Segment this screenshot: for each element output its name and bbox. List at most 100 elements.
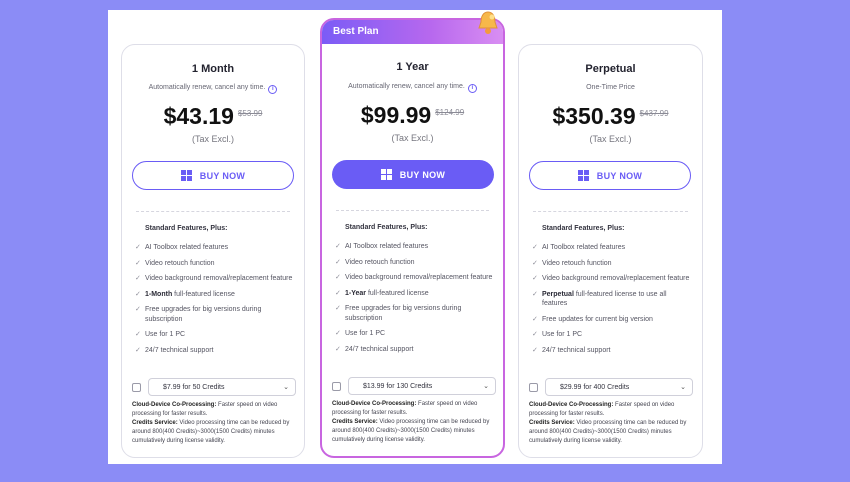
bell-icon bbox=[478, 11, 498, 34]
plan-card-1-year: Best Plan 1 Year Automatically renew, ca… bbox=[320, 11, 505, 458]
plan-title: 1 Month bbox=[191, 63, 235, 75]
plan-card-perpetual: Perpetual One-Time Price $350.39 $437.99 … bbox=[518, 44, 703, 458]
check-icon: ✓ bbox=[335, 330, 341, 337]
check-icon: ✓ bbox=[135, 331, 141, 338]
plan-price: $43.19 bbox=[163, 103, 234, 129]
windows-icon bbox=[577, 170, 589, 181]
check-icon: ✓ bbox=[532, 275, 538, 282]
check-icon: ✓ bbox=[335, 258, 341, 266]
tax-note: (Tax Excl.) bbox=[391, 133, 434, 143]
addon-note: Cloud-Device Co-Processing: Faster speed… bbox=[529, 402, 687, 444]
credits-addon-row: $29.99 for 400 Credits ⌄ bbox=[529, 378, 693, 396]
feature-item: ✓ Perpetual full-featured license to use … bbox=[532, 290, 667, 308]
addon-note: Cloud-Device Co-Processing: Faster speed… bbox=[132, 402, 290, 444]
feature-list: ✓ AI Toolbox related features ✓ Video reto… bbox=[531, 243, 691, 361]
buy-now-label: BUY NOW bbox=[596, 170, 643, 181]
feature-item: ✓ Use for 1 PC bbox=[335, 330, 386, 337]
credits-select[interactable]: $7.99 for 50 Credits ⌄ bbox=[148, 378, 296, 396]
feature-item: ✓ Video background removal/replacement fe… bbox=[135, 275, 293, 282]
best-plan-banner: Best Plan bbox=[322, 20, 503, 44]
feature-item: ✓ Video retouch function bbox=[532, 259, 612, 267]
old-price: $437.99 bbox=[639, 109, 669, 118]
credits-checkbox[interactable] bbox=[529, 382, 538, 392]
feature-item: ✓ 24/7 technical support bbox=[335, 345, 414, 353]
windows-icon bbox=[380, 169, 392, 180]
divider bbox=[533, 211, 688, 212]
plan-title: Perpetual bbox=[585, 63, 636, 75]
plan-price: $99.99 bbox=[360, 102, 432, 128]
check-icon: ✓ bbox=[532, 346, 538, 354]
plan-card-1-month: 1 Month Automatically renew, cancel any … bbox=[121, 44, 305, 458]
feature-item: ✓ 24/7 technical support bbox=[135, 346, 214, 354]
old-price: $124.99 bbox=[435, 108, 465, 117]
tax-note: (Tax Excl.) bbox=[191, 134, 234, 144]
info-icon[interactable]: i bbox=[467, 84, 477, 93]
check-icon: ✓ bbox=[335, 243, 341, 250]
feature-item: ✓ Use for 1 PC bbox=[135, 331, 186, 338]
features-heading: Standard Features, Plus: bbox=[542, 225, 625, 232]
best-plan-label: Best Plan bbox=[333, 26, 379, 37]
price-block: $99.99 $124.99 bbox=[322, 102, 503, 129]
buy-now-label: BUY NOW bbox=[199, 170, 246, 181]
buy-now-label: BUY NOW bbox=[399, 169, 446, 180]
buy-now-button[interactable]: BUY NOW bbox=[132, 161, 294, 190]
addon-note: Cloud-Device Co-Processing: Faster speed… bbox=[332, 401, 490, 443]
feature-list: ✓ AI Toolbox related features ✓ Video reto… bbox=[134, 243, 294, 361]
plan-price: $350.39 bbox=[552, 103, 636, 129]
credits-addon-row: $7.99 for 50 Credits ⌄ bbox=[132, 378, 296, 396]
feature-item: ✓ Video background removal/replacement fe… bbox=[532, 275, 690, 282]
buy-now-button[interactable]: BUY NOW bbox=[332, 160, 494, 189]
check-icon: ✓ bbox=[135, 346, 141, 354]
price-block: $350.39 $437.99 bbox=[519, 103, 702, 130]
check-icon: ✓ bbox=[135, 306, 141, 313]
plan-subtitle: Automatically renew, cancel any time. i bbox=[322, 83, 503, 93]
divider bbox=[136, 211, 290, 212]
chevron-down-icon: ⌄ bbox=[483, 383, 489, 390]
chevron-down-icon: ⌄ bbox=[680, 384, 686, 391]
check-icon: ✓ bbox=[532, 259, 538, 267]
features-heading: Standard Features, Plus: bbox=[345, 224, 428, 231]
feature-item: ✓ Use for 1 PC bbox=[532, 331, 583, 338]
check-icon: ✓ bbox=[335, 289, 341, 297]
feature-item: ✓ Video background removal/replacement fe… bbox=[335, 274, 493, 281]
check-icon: ✓ bbox=[335, 274, 341, 281]
feature-item: ✓ Video retouch function bbox=[135, 259, 215, 267]
chevron-down-icon: ⌄ bbox=[283, 384, 289, 391]
features-heading: Standard Features, Plus: bbox=[145, 225, 228, 232]
feature-item: ✓ 1-Month full-featured license bbox=[135, 290, 235, 298]
check-icon: ✓ bbox=[135, 290, 141, 298]
credits-select[interactable]: $29.99 for 400 Credits ⌄ bbox=[545, 378, 693, 396]
check-icon: ✓ bbox=[532, 290, 538, 298]
old-price: $53.99 bbox=[237, 109, 263, 118]
check-icon: ✓ bbox=[335, 345, 341, 353]
credits-addon-row: $13.99 for 130 Credits ⌄ bbox=[332, 377, 496, 395]
feature-item: ✓ 1-Year full-featured license bbox=[335, 289, 429, 297]
divider bbox=[336, 210, 489, 211]
check-icon: ✓ bbox=[135, 244, 141, 251]
plan-subtitle: One-Time Price bbox=[586, 84, 635, 91]
credits-checkbox[interactable] bbox=[132, 382, 141, 392]
feature-item: ✓ AI Toolbox related features bbox=[135, 244, 229, 251]
credits-select[interactable]: $13.99 for 130 Credits ⌄ bbox=[348, 377, 496, 395]
feature-item: ✓ AI Toolbox related features bbox=[335, 243, 429, 250]
check-icon: ✓ bbox=[532, 244, 538, 251]
feature-item: ✓ Free upgrades for big versions during s… bbox=[135, 306, 262, 323]
check-icon: ✓ bbox=[532, 315, 538, 323]
check-icon: ✓ bbox=[135, 275, 141, 282]
buy-now-button[interactable]: BUY NOW bbox=[529, 161, 691, 190]
credits-checkbox[interactable] bbox=[332, 381, 341, 391]
feature-item: ✓ AI Toolbox related features bbox=[532, 244, 626, 251]
feature-item: ✓ Free updates for current big version bbox=[532, 315, 653, 323]
check-icon: ✓ bbox=[532, 331, 538, 338]
feature-item: ✓ 24/7 technical support bbox=[532, 346, 611, 354]
tax-note: (Tax Excl.) bbox=[589, 134, 632, 144]
price-block: $43.19 $53.99 bbox=[122, 103, 304, 130]
check-icon: ✓ bbox=[135, 259, 141, 267]
feature-list: ✓ AI Toolbox related features ✓ Video reto… bbox=[334, 242, 494, 360]
info-icon[interactable]: i bbox=[268, 85, 278, 94]
windows-icon bbox=[180, 170, 192, 181]
feature-item: ✓ Free upgrades for big versions during s… bbox=[335, 305, 462, 322]
plan-subtitle: Automatically renew, cancel any time. i bbox=[122, 84, 304, 94]
plan-title: 1 Year bbox=[396, 61, 429, 73]
check-icon: ✓ bbox=[335, 305, 341, 312]
